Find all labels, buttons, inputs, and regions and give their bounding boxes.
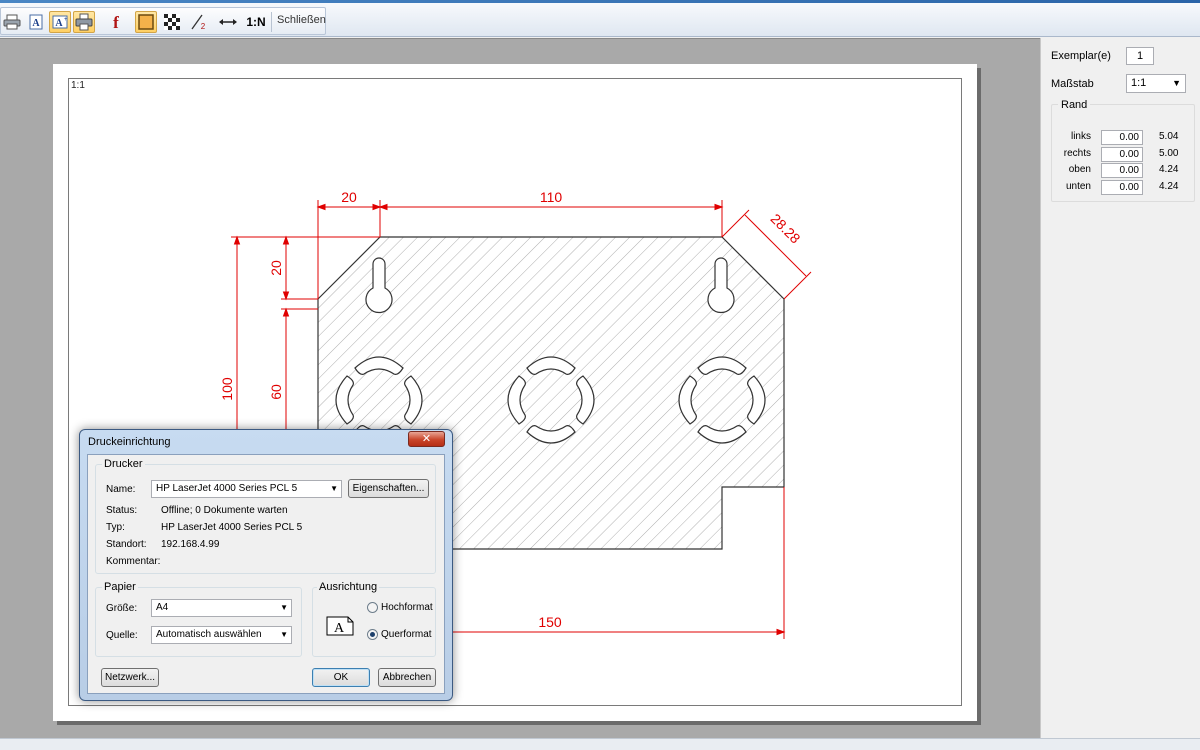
dialog-title: Druckeinrichtung — [88, 436, 171, 448]
print-options-panel: Exemplar(e) 1 Maßstab 1:1 ▼ Rand links 0… — [1040, 38, 1200, 738]
portrait-radio[interactable] — [367, 602, 378, 613]
landscape-label[interactable]: Querformat — [381, 629, 432, 640]
type-label: Typ: — [106, 522, 125, 533]
dim-label-150: 150 — [538, 614, 562, 630]
margin-right-label: rechts — [1063, 148, 1091, 159]
svg-text:f: f — [113, 13, 119, 31]
dialog-close-button[interactable]: ✕ — [408, 431, 445, 447]
status-bar — [0, 738, 1200, 750]
chevron-down-icon: ▼ — [1172, 78, 1181, 88]
printer-setup-button[interactable] — [73, 11, 95, 33]
location-value: 192.168.4.99 — [161, 539, 220, 550]
svg-text:2: 2 — [201, 22, 206, 31]
network-button[interactable]: Netzwerk... — [101, 668, 159, 687]
margin-bottom-label: unten — [1065, 181, 1091, 192]
scale-1n-button[interactable]: 1:N — [243, 11, 269, 33]
font-icon: f — [113, 13, 119, 31]
svg-text:A: A — [32, 18, 40, 29]
copies-label: Exemplar(e) — [1051, 50, 1111, 62]
copies-input[interactable]: 1 — [1126, 47, 1154, 65]
printer-name-label: Name: — [106, 484, 136, 495]
printer-icon — [3, 14, 21, 30]
dim-label-28-28: 28.28 — [767, 210, 803, 246]
orientation-group-title: Ausrichtung — [317, 581, 380, 593]
text-frame-icon: A + — [52, 15, 68, 29]
landscape-orientation-icon: A — [326, 616, 354, 636]
dim-label-60: 60 — [268, 384, 284, 400]
scale-label: Maßstab — [1051, 78, 1094, 90]
fill-icon — [138, 14, 154, 30]
status-value: Offline; 0 Dokumente warten — [161, 505, 288, 516]
printer-setup-icon — [75, 13, 93, 31]
paper-source-label: Quelle: — [106, 630, 138, 641]
print-button[interactable] — [1, 11, 23, 33]
dim-label-110: 110 — [540, 189, 563, 205]
cancel-button[interactable]: Abbrechen — [378, 668, 436, 687]
margin-bottom-value: 4.24 — [1159, 181, 1179, 192]
paper-size-label: Größe: — [106, 603, 138, 614]
fraction-button[interactable]: 2 — [187, 11, 209, 33]
paper-size-value: A4 — [156, 602, 169, 613]
fit-width-button[interactable] — [217, 11, 239, 33]
paper-source-value: Automatisch auswählen — [156, 629, 262, 640]
margin-left-label: links — [1070, 131, 1091, 142]
ok-button[interactable]: OK — [312, 668, 370, 687]
portrait-label[interactable]: Hochformat — [381, 602, 433, 613]
margin-top-input[interactable]: 0.00 — [1101, 163, 1143, 178]
text-button[interactable]: A — [25, 11, 47, 33]
location-label: Standort: — [106, 539, 147, 550]
svg-text:A: A — [55, 18, 63, 29]
orientation-icon-letter: A — [334, 621, 345, 636]
text-frame-button[interactable]: A + — [49, 11, 71, 33]
scale-select[interactable]: 1:1 ▼ — [1126, 74, 1186, 93]
paper-size-select[interactable]: A4 ▼ — [151, 599, 292, 617]
chevron-down-icon: ▼ — [280, 630, 288, 639]
printer-setup-dialog: Druckeinrichtung ✕ Drucker Name: HP Lase… — [79, 429, 453, 701]
margin-top-value: 4.24 — [1159, 164, 1179, 175]
margin-top-label: oben — [1068, 164, 1091, 175]
paper-group — [95, 587, 302, 657]
margin-left-value: 5.04 — [1159, 131, 1179, 142]
status-label: Status: — [106, 505, 138, 516]
properties-button[interactable]: Eigenschaften... — [348, 479, 429, 498]
svg-text:+: + — [64, 17, 68, 23]
margin-group-title: Rand — [1058, 99, 1091, 111]
paper-group-title: Papier — [102, 581, 138, 593]
text-a-icon: A — [29, 14, 43, 30]
toolbar-group: A A + f 2 1:N Schließen — [0, 7, 326, 35]
toolbar: A A + f 2 1:N Schließen — [0, 3, 1200, 37]
pattern-button[interactable] — [161, 11, 183, 33]
fill-button[interactable] — [135, 11, 157, 33]
fraction-icon: 2 — [191, 14, 206, 31]
close-button[interactable]: Schließen — [277, 14, 326, 26]
fit-width-icon — [219, 19, 237, 25]
paper-source-select[interactable]: Automatisch auswählen ▼ — [151, 626, 292, 644]
chevron-down-icon: ▼ — [280, 603, 288, 612]
printer-name-select[interactable]: HP LaserJet 4000 Series PCL 5 ▼ — [151, 480, 342, 498]
chevron-down-icon: ▼ — [330, 484, 338, 493]
margin-left-input[interactable]: 0.00 — [1101, 130, 1143, 145]
margin-bottom-input[interactable]: 0.00 — [1101, 180, 1143, 195]
comment-label: Kommentar: — [106, 556, 161, 567]
close-icon: ✕ — [421, 433, 432, 445]
printer-group-title: Drucker — [102, 458, 145, 470]
dim-label-20-top: 20 — [341, 189, 357, 205]
toolbar-separator — [271, 12, 272, 32]
dialog-body: Drucker Name: HP LaserJet 4000 Series PC… — [87, 454, 445, 694]
landscape-radio[interactable] — [367, 629, 378, 640]
scale-1n-label: 1:N — [246, 15, 266, 29]
dim-label-100: 100 — [219, 377, 235, 401]
printer-name-value: HP LaserJet 4000 Series PCL 5 — [156, 483, 298, 494]
dim-label-20-left: 20 — [268, 260, 284, 276]
font-button[interactable]: f — [105, 11, 127, 33]
type-value: HP LaserJet 4000 Series PCL 5 — [161, 522, 303, 533]
checkerboard-icon — [164, 14, 180, 30]
scale-select-value: 1:1 — [1131, 77, 1147, 89]
margin-right-value: 5.00 — [1159, 148, 1179, 159]
margin-right-input[interactable]: 0.00 — [1101, 147, 1143, 162]
